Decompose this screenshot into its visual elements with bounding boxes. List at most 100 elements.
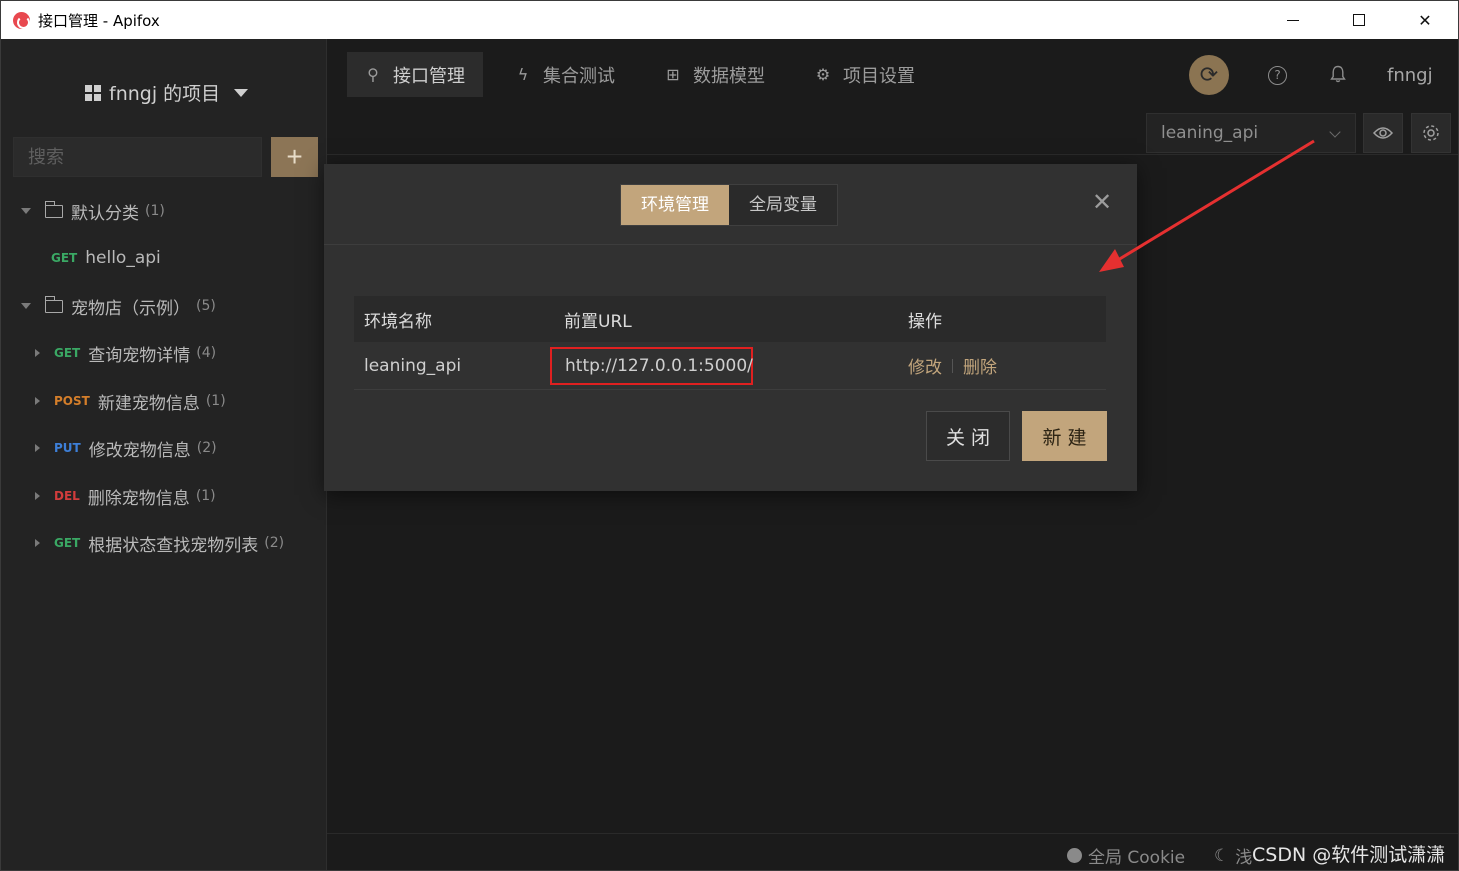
expand-arrow-icon	[21, 208, 31, 214]
apifox-logo-icon	[13, 11, 30, 29]
tab-global-variables[interactable]: 全局变量	[729, 185, 837, 225]
dialog-close-icon[interactable]: ✕	[1092, 188, 1112, 216]
window-controls: ✕	[1260, 1, 1458, 39]
chevron-down-icon	[1329, 126, 1341, 138]
table-header: 环境名称 前置URL 操作	[354, 296, 1106, 342]
method-badge: DEL	[54, 489, 80, 503]
table-row: leaning_api http://127.0.0.1:5000/ 修改 删除	[354, 342, 1106, 390]
tree-item-label: 宠物店（示例）	[71, 298, 190, 319]
link-icon: ⚲	[367, 65, 379, 84]
delete-link[interactable]: 删除	[963, 353, 997, 378]
app-window: 接口管理 - Apifox ✕ fnngj 的项目 + 默认分类 (1) GET…	[0, 0, 1459, 871]
collapse-arrow-icon	[35, 349, 40, 357]
tree-folder-petstore[interactable]: 宠物店（示例） (5)	[21, 291, 216, 321]
environment-select[interactable]: leaning_api	[1146, 113, 1356, 153]
cookie-label: 全局 Cookie	[1088, 848, 1186, 868]
tree-item-count: (2)	[196, 440, 217, 456]
tree-item-label: 删除宠物信息	[87, 488, 190, 509]
edit-link[interactable]: 修改	[908, 353, 942, 378]
environment-value: leaning_api	[1161, 123, 1259, 143]
tree-item-label: 根据状态查找宠物列表	[88, 535, 259, 556]
sync-icon: ⟳	[1199, 62, 1219, 87]
model-icon: ⊞	[666, 65, 680, 84]
tree-item-label: 新建宠物信息	[97, 393, 200, 414]
create-button[interactable]: 新建	[1022, 411, 1107, 461]
bell-icon[interactable]	[1330, 65, 1346, 83]
minimize-icon	[1287, 19, 1299, 21]
tree-item-count: (1)	[145, 203, 165, 219]
tab-project-settings[interactable]: ⚙ 项目设置	[797, 52, 933, 97]
method-badge: GET	[51, 251, 78, 265]
environment-dialog: 环境管理 全局变量 ✕ 环境名称 前置URL 操作 leaning_api ht…	[324, 164, 1137, 491]
theme-toggle[interactable]: ☾ 浅	[1214, 843, 1253, 869]
gear-icon	[1423, 125, 1439, 141]
collapse-arrow-icon	[35, 397, 40, 405]
collapse-arrow-icon	[35, 539, 40, 547]
add-button[interactable]: +	[271, 137, 318, 177]
column-header-actions: 操作	[908, 311, 942, 332]
tree-item-put-pet[interactable]: PUT 修改宠物信息 (2)	[35, 433, 217, 463]
collapse-arrow-icon	[35, 492, 40, 500]
title-bar: 接口管理 - Apifox ✕	[1, 1, 1458, 39]
environment-table: 环境名称 前置URL 操作 leaning_api http://127.0.0…	[354, 296, 1106, 390]
maximize-icon	[1353, 14, 1365, 26]
moon-icon: ☾	[1214, 845, 1230, 866]
collapse-arrow-icon	[35, 444, 40, 452]
view-environment-button[interactable]	[1363, 113, 1403, 153]
column-header-url: 前置URL	[564, 311, 632, 332]
tree-item-count: (5)	[196, 298, 216, 314]
eye-icon	[1373, 127, 1393, 139]
tree-folder-default[interactable]: 默认分类 (1)	[21, 196, 165, 226]
divider	[324, 244, 1137, 245]
tree-item-find-pets[interactable]: GET 根据状态查找宠物列表 (2)	[35, 528, 284, 558]
tab-environment-management[interactable]: 环境管理	[621, 185, 729, 225]
grid-icon	[85, 84, 101, 101]
tab-collection-test[interactable]: ϟ 集合测试	[497, 52, 633, 97]
row-actions: 修改 删除	[908, 342, 997, 389]
tree-item-label: 默认分类	[71, 203, 139, 224]
tab-label: 接口管理	[393, 65, 465, 87]
divider	[327, 833, 1458, 834]
action-separator	[952, 358, 953, 373]
user-name[interactable]: fnngj	[1387, 65, 1433, 86]
tree-item-del-pet[interactable]: DEL 删除宠物信息 (1)	[35, 481, 216, 511]
sync-button[interactable]: ⟳	[1189, 55, 1229, 95]
watermark: CSDN @软件测试潇潇	[1252, 844, 1446, 866]
method-badge: GET	[54, 346, 81, 360]
tab-label: 集合测试	[543, 65, 615, 87]
tree-item-label: hello_api	[85, 248, 161, 268]
caret-down-icon	[234, 88, 249, 97]
tree-item-hello-api[interactable]: GET hello_api	[51, 243, 161, 273]
search-input[interactable]	[13, 137, 262, 177]
close-window-button[interactable]: ✕	[1392, 1, 1458, 39]
method-badge: POST	[54, 394, 90, 408]
tree-item-label: 查询宠物详情	[88, 345, 191, 366]
base-url-highlight: http://127.0.0.1:5000/	[550, 347, 753, 385]
tree-item-count: (4)	[196, 345, 217, 361]
project-switcher[interactable]: fnngj 的项目	[85, 79, 249, 106]
tree-item-get-pet[interactable]: GET 查询宠物详情 (4)	[35, 338, 216, 368]
column-header-name: 环境名称	[364, 311, 432, 332]
tab-data-model[interactable]: ⊞ 数据模型	[647, 52, 783, 97]
global-cookie-button[interactable]: 全局 Cookie	[1067, 843, 1185, 868]
top-nav: ⚲ 接口管理 ϟ 集合测试 ⊞ 数据模型 ⚙ 项目设置	[347, 52, 933, 97]
close-button[interactable]: 关闭	[926, 411, 1010, 461]
environment-name: leaning_api	[364, 355, 462, 376]
tree-item-count: (1)	[195, 488, 216, 504]
expand-arrow-icon	[21, 303, 31, 309]
tree-item-label: 修改宠物信息	[88, 440, 191, 461]
dialog-tabs: 环境管理 全局变量	[620, 184, 838, 226]
divider	[327, 154, 1458, 155]
project-title: fnngj 的项目	[109, 83, 221, 105]
theme-label: 浅	[1235, 848, 1253, 868]
help-icon[interactable]: ?	[1268, 66, 1287, 85]
tree-item-count: (2)	[264, 535, 285, 551]
minimize-button[interactable]	[1260, 1, 1326, 39]
environment-settings-button[interactable]	[1411, 113, 1451, 153]
tab-api-management[interactable]: ⚲ 接口管理	[347, 52, 483, 97]
maximize-button[interactable]	[1326, 1, 1392, 39]
sidebar: fnngj 的项目 + 默认分类 (1) GET hello_api 宠物店（示…	[1, 39, 327, 870]
cookie-icon	[1067, 848, 1082, 863]
tree-item-post-pet[interactable]: POST 新建宠物信息 (1)	[35, 386, 226, 416]
method-badge: GET	[54, 536, 81, 550]
